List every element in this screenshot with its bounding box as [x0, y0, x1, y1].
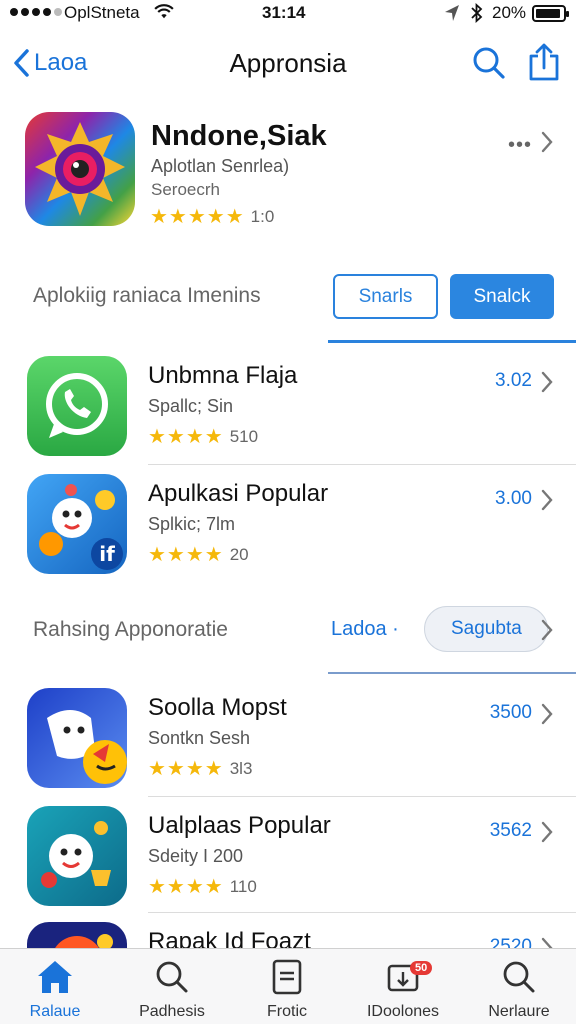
app-subtitle: Sdeity I 200 [148, 846, 244, 866]
signal-icon [10, 8, 62, 16]
chevron-right-icon [541, 489, 553, 511]
search-icon[interactable] [472, 46, 506, 80]
status-bar: OplStneta 31:14 20% [0, 0, 576, 28]
bluetooth-icon [471, 3, 483, 23]
tab-document[interactable]: Frotic [232, 957, 342, 1021]
rating-count: 1:0 [250, 206, 275, 226]
list-item[interactable]: Unbmna Flaja Spallc; Sin ★★★★ 510 3.02 [0, 356, 576, 474]
app-name: Nndone,Siak [151, 120, 327, 152]
outline-button[interactable]: Snarls [333, 274, 438, 319]
app-category: Seroecrh [151, 180, 220, 199]
rating: ★★★★ 110 [148, 874, 257, 899]
tab-updates[interactable]: 50 IDoolones [348, 957, 458, 1021]
home-icon [38, 961, 72, 993]
tab-search-2[interactable]: Nerlaure [464, 957, 574, 1021]
carrier-name: OplStneta [64, 3, 140, 22]
tab-bar: Ralaue Padhesis Frotic 50 IDoolones Nerl… [0, 948, 576, 1024]
rating-count: 20 [229, 544, 249, 564]
document-icon [272, 959, 302, 995]
search-icon [156, 961, 188, 993]
more-icon[interactable]: ••• [508, 134, 532, 157]
list-item[interactable]: if Apulkasi Popular Splkic; 7lm ★★★★ 20 … [0, 474, 576, 592]
notification-badge: 50 [410, 961, 433, 975]
star-rating-icon: ★★★★ [148, 544, 224, 566]
divider [148, 796, 576, 797]
rating: ★★★★ 3l3 [148, 756, 252, 781]
chevron-right-icon [541, 703, 553, 725]
price: 3.00 [495, 488, 532, 509]
wifi-icon [154, 4, 174, 19]
section-title: Rahsing Apponoratie [33, 618, 228, 641]
app-icon [27, 806, 127, 906]
tab-indicator [328, 340, 576, 343]
tab-label: Padhesis [139, 1003, 205, 1020]
app-icon: if [27, 474, 127, 574]
tab-indicator [328, 672, 576, 674]
list-item[interactable]: Ualplaas Popular Sdeity I 200 ★★★★ 110 3… [0, 806, 576, 924]
battery-percent: 20% [492, 3, 527, 22]
list-item[interactable]: Soolla Mopst Sontkn Sesh ★★★★ 3l3 3500 [0, 688, 576, 806]
app-subtitle: Spallc; Sin [148, 396, 234, 416]
app-subtitle: Aplotlan Senrlea) [151, 156, 290, 176]
rating: ★★★★★ 1:0 [150, 204, 274, 229]
star-rating-icon: ★★★★ [148, 426, 224, 448]
tab-label: IDoolones [366, 1003, 440, 1020]
tab-home[interactable]: Ralaue [0, 957, 110, 1021]
chevron-right-icon [541, 821, 553, 843]
tab-search[interactable]: Padhesis [117, 957, 227, 1021]
rating-count: 110 [229, 876, 257, 896]
divider [148, 464, 576, 465]
filter-pill[interactable]: Sagubta [424, 606, 548, 652]
section-title: Aplokiig raniaca Imenins [33, 284, 261, 307]
featured-app[interactable]: Nndone,Siak Aplotlan Senrlea) Seroecrh ★… [0, 112, 576, 230]
star-rating-icon: ★★★★ [148, 758, 224, 780]
app-icon [27, 688, 127, 788]
app-name: Apulkasi Popular [148, 480, 329, 507]
price: 3562 [489, 820, 532, 841]
app-name: Soolla Mopst [148, 694, 287, 721]
share-icon[interactable] [528, 42, 560, 82]
search-icon [503, 961, 535, 993]
navigation-bar: Laoa Appronsia [0, 36, 576, 92]
divider [148, 912, 576, 913]
location-icon [445, 5, 459, 21]
star-rating-icon: ★★★★ [148, 876, 224, 898]
section-link[interactable]: Ladoa · [331, 618, 399, 641]
clock: 31:14 [262, 3, 306, 22]
app-subtitle: Splkic; 7lm [148, 514, 236, 534]
app-name: Ualplaas Popular [148, 812, 331, 839]
rating-count: 510 [229, 426, 259, 446]
svg-text:if: if [99, 542, 115, 566]
chevron-right-icon [541, 371, 553, 393]
chevron-right-icon[interactable] [540, 130, 554, 154]
tab-label: Ralaue [29, 1003, 81, 1020]
star-rating-icon: ★★★★★ [150, 206, 245, 228]
app-subtitle: Sontkn Sesh [148, 728, 251, 748]
tab-label: Nerlaure [488, 1003, 550, 1020]
primary-button[interactable]: Snalck [450, 274, 554, 319]
rating: ★★★★ 20 [148, 542, 249, 567]
app-icon [25, 112, 135, 226]
app-name: Unbmna Flaja [148, 362, 298, 389]
battery-icon [532, 5, 569, 22]
chevron-right-icon[interactable] [540, 618, 554, 642]
app-icon [27, 356, 127, 456]
section-header: Aplokiig raniaca Imenins Snarls Snalck [0, 274, 576, 320]
tab-label: Frotic [267, 1003, 307, 1020]
price: 3.02 [495, 370, 532, 391]
rating-count: 3l3 [229, 758, 253, 778]
rating: ★★★★ 510 [148, 424, 258, 449]
section-header: Rahsing Apponoratie Ladoa · Sagubta [0, 606, 576, 652]
price: 3500 [489, 702, 532, 723]
